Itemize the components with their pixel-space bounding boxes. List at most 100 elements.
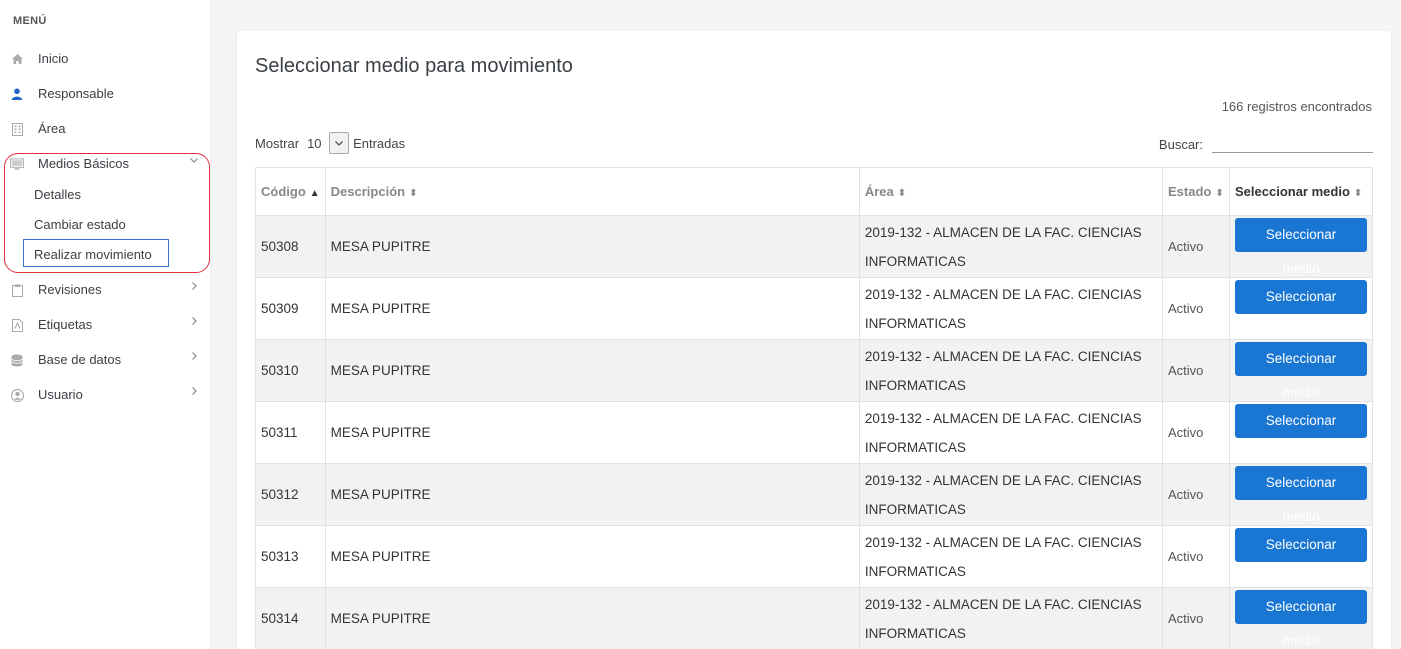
entries-select-value: 10 <box>307 135 322 151</box>
table-row: 50309 MESA PUPITRE 2019-132 - ALMACEN DE… <box>255 277 1373 340</box>
cell-action: Seleccionar medio <box>1229 463 1373 526</box>
cell-estado: Activo <box>1162 339 1230 402</box>
entries-select[interactable]: 10 <box>303 132 350 154</box>
column-header-area[interactable]: Área ⬍ <box>858 167 1164 216</box>
cell-estado: Activo <box>1162 587 1230 649</box>
sidebar-item-label: Área <box>38 121 66 136</box>
column-header-descripcion[interactable]: Descripción ⬍ <box>324 167 860 216</box>
entries-label: Entradas <box>353 135 406 151</box>
chevron-down-icon[interactable] <box>329 132 350 154</box>
table-row: 50313 MESA PUPITRE 2019-132 - ALMACEN DE… <box>255 525 1373 588</box>
page-title: Seleccionar medio para movimiento <box>255 55 573 77</box>
cell-estado: Activo <box>1162 215 1230 278</box>
sidebar-item-label: Revisiones <box>38 282 102 297</box>
cell-action: Seleccionar medio <box>1229 277 1373 340</box>
sidebar-item-area[interactable]: Área <box>0 114 210 144</box>
sidebar-item-label: Etiquetas <box>38 317 93 332</box>
clipboard-icon <box>10 282 24 298</box>
menu-title: MENÚ <box>13 15 47 27</box>
cell-codigo: 50308 <box>255 215 326 278</box>
sort-icon: ⬍ <box>1215 188 1224 199</box>
table-row: 50314 MESA PUPITRE 2019-132 - ALMACEN DE… <box>255 587 1373 649</box>
cell-descripcion: MESA PUPITRE <box>324 401 860 464</box>
sidebar-item-label: Responsable <box>38 86 114 101</box>
sort-asc-icon: ▲ <box>309 188 320 199</box>
cell-area: 2019-132 - ALMACEN DE LA FAC. CIENCIAS IN… <box>858 215 1164 278</box>
column-header-estado[interactable]: Estado ⬍ <box>1162 167 1230 216</box>
cell-estado: Activo <box>1162 463 1230 526</box>
table-header-row: Código ▲ Descripción ⬍ Área ⬍ Estado ⬍ Selec… <box>255 167 1373 216</box>
search-control: Buscar: <box>1159 135 1373 153</box>
cell-codigo: 50309 <box>255 277 326 340</box>
cell-estado: Activo <box>1162 277 1230 340</box>
chevron-right-icon <box>189 351 199 364</box>
sidebar-item-label: Base de datos <box>38 352 122 367</box>
cell-estado: Activo <box>1162 525 1230 588</box>
sort-icon: ⬍ <box>409 188 418 199</box>
table-row: 50311 MESA PUPITRE 2019-132 - ALMACEN DE… <box>255 401 1373 464</box>
cell-descripcion: MESA PUPITRE <box>324 587 860 649</box>
chevron-right-icon <box>189 316 199 329</box>
chevron-right-icon <box>189 386 199 399</box>
home-icon <box>10 51 24 67</box>
cell-area: 2019-132 - ALMACEN DE LA FAC. CIENCIAS IN… <box>858 587 1164 649</box>
cell-descripcion: MESA PUPITRE <box>324 339 860 402</box>
select-medio-button[interactable]: Seleccionar medio <box>1235 341 1367 400</box>
column-header-seleccionar-medio[interactable]: Seleccionar medio ⬍ <box>1229 167 1373 216</box>
sidebar: MENÚ Inicio Responsable Área Medios Bási… <box>0 0 210 649</box>
cell-area: 2019-132 - ALMACEN DE LA FAC. CIENCIAS IN… <box>858 401 1164 464</box>
sidebar-item-etiquetas[interactable]: Etiquetas <box>0 310 210 340</box>
select-medio-button[interactable]: Seleccionar medio <box>1235 279 1367 338</box>
sidebar-item-label: Inicio <box>38 51 69 66</box>
table-row: 50310 MESA PUPITRE 2019-132 - ALMACEN DE… <box>255 339 1373 402</box>
cell-action: Seleccionar medio <box>1229 525 1373 588</box>
select-medio-button[interactable]: Seleccionar medio <box>1235 465 1367 524</box>
file-pdf-icon <box>10 317 24 333</box>
cell-action: Seleccionar medio <box>1229 401 1373 464</box>
cell-descripcion: MESA PUPITRE <box>324 277 860 340</box>
sidebar-item-revisiones[interactable]: Revisiones <box>0 275 210 305</box>
cell-codigo: 50313 <box>255 525 326 588</box>
user-circle-icon <box>10 387 24 403</box>
select-medio-button[interactable]: Seleccionar medio <box>1235 403 1367 462</box>
chevron-right-icon <box>189 281 199 294</box>
building-icon <box>10 121 24 137</box>
entries-length-control: Mostrar 10 Entradas <box>255 132 405 154</box>
select-medio-button[interactable]: Seleccionar medio <box>1235 527 1367 586</box>
cell-descripcion: MESA PUPITRE <box>324 525 860 588</box>
sidebar-item-usuario[interactable]: Usuario <box>0 380 210 410</box>
search-label: Buscar: <box>1158 136 1203 152</box>
cell-action: Seleccionar medio <box>1229 215 1373 278</box>
show-label: Mostrar <box>255 135 300 151</box>
select-medio-button[interactable]: Seleccionar medio <box>1235 589 1367 648</box>
cell-area: 2019-132 - ALMACEN DE LA FAC. CIENCIAS IN… <box>858 463 1164 526</box>
cell-estado: Activo <box>1162 401 1230 464</box>
main-card: Seleccionar medio para movimiento 166 re… <box>237 31 1391 649</box>
sidebar-item-inicio[interactable]: Inicio <box>0 44 210 74</box>
search-input[interactable] <box>1212 135 1373 153</box>
cell-codigo: 50311 <box>255 401 326 464</box>
table-row: 50308 MESA PUPITRE 2019-132 - ALMACEN DE… <box>255 215 1373 278</box>
column-header-codigo[interactable]: Código ▲ <box>255 167 326 216</box>
data-table: Código ▲ Descripción ⬍ Área ⬍ Estado ⬍ Selec… <box>255 167 1373 649</box>
sidebar-item-responsable[interactable]: Responsable <box>0 79 210 109</box>
cell-codigo: 50312 <box>255 463 326 526</box>
sort-icon: ⬍ <box>897 188 907 199</box>
sidebar-item-base-de-datos[interactable]: Base de datos <box>0 345 210 375</box>
cell-action: Seleccionar medio <box>1229 339 1373 402</box>
select-medio-button[interactable]: Seleccionar medio <box>1235 217 1367 276</box>
cell-codigo: 50314 <box>255 587 326 649</box>
cell-area: 2019-132 - ALMACEN DE LA FAC. CIENCIAS IN… <box>858 525 1164 588</box>
table-row: 50312 MESA PUPITRE 2019-132 - ALMACEN DE… <box>255 463 1373 526</box>
sort-icon: ⬍ <box>1353 188 1363 199</box>
sidebar-item-label: Usuario <box>38 387 83 402</box>
user-icon <box>10 86 24 102</box>
cell-action: Seleccionar medio <box>1229 587 1373 649</box>
cell-area: 2019-132 - ALMACEN DE LA FAC. CIENCIAS IN… <box>858 277 1164 340</box>
records-count: 166 registros encontrados <box>1221 99 1372 114</box>
database-icon <box>10 352 24 368</box>
cell-area: 2019-132 - ALMACEN DE LA FAC. CIENCIAS IN… <box>858 339 1164 402</box>
cell-descripcion: MESA PUPITRE <box>324 215 860 278</box>
cell-descripcion: MESA PUPITRE <box>324 463 860 526</box>
cell-codigo: 50310 <box>255 339 326 402</box>
